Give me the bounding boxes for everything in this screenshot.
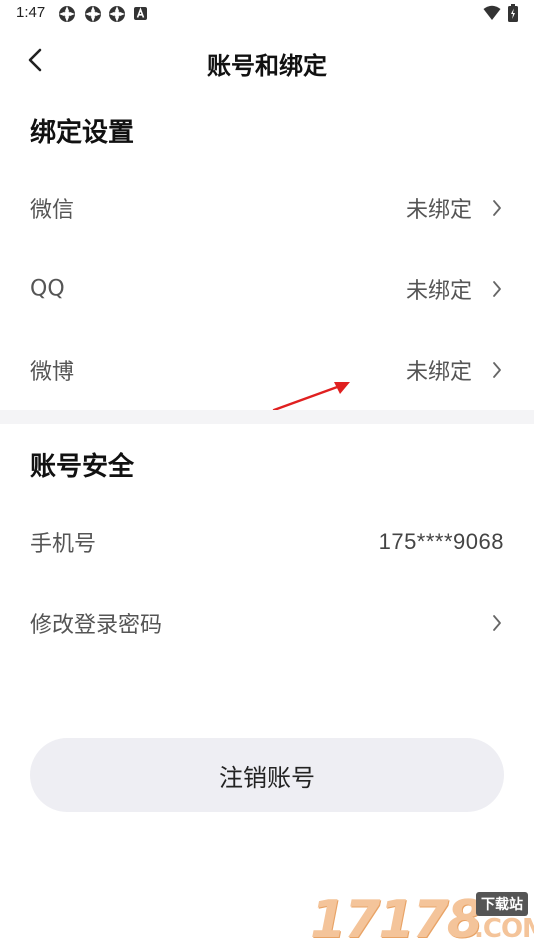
binding-status: 未绑定 xyxy=(405,198,472,223)
chevron-right-icon xyxy=(493,615,501,631)
row-label: 微博 xyxy=(30,360,75,385)
watermark-logo: 17178 下载站 .COM xyxy=(310,888,534,950)
row-label: QQ xyxy=(30,276,65,302)
chevron-right-icon xyxy=(493,281,501,297)
a-badge-icon xyxy=(134,7,147,20)
binding-status: 未绑定 xyxy=(405,279,472,304)
deactivate-account-button[interactable]: 注销账号 xyxy=(30,738,504,812)
watermark-suffix: .COM xyxy=(474,914,534,944)
binding-row-qq[interactable]: QQ 未绑定 xyxy=(0,249,534,329)
phone-number: 175****9068 xyxy=(378,529,504,554)
section-title-security: 账号安全 xyxy=(30,452,135,482)
section-divider xyxy=(0,410,534,424)
binding-row-wechat[interactable]: 微信 未绑定 xyxy=(0,168,534,248)
wifi-icon xyxy=(483,5,501,20)
app-notification-icon xyxy=(59,6,75,22)
row-label: 修改登录密码 xyxy=(30,613,163,638)
binding-row-weibo[interactable]: 微博 未绑定 xyxy=(0,330,534,410)
app-notification-icon xyxy=(85,6,101,22)
chevron-right-icon xyxy=(493,200,501,216)
page-title: 账号和绑定 xyxy=(207,52,327,80)
status-bar: 1:47 xyxy=(0,0,534,28)
status-time: 1:47 xyxy=(16,4,46,21)
watermark-tag: 下载站 xyxy=(476,892,528,916)
row-label: 微信 xyxy=(30,198,75,223)
change-password-row[interactable]: 修改登录密码 xyxy=(0,583,534,663)
chevron-right-icon xyxy=(493,362,501,378)
binding-status: 未绑定 xyxy=(405,360,472,385)
app-notification-icon xyxy=(109,6,125,22)
row-label: 手机号 xyxy=(30,532,97,557)
section-title-binding: 绑定设置 xyxy=(30,118,135,148)
app-header: 账号和绑定 xyxy=(0,36,534,84)
battery-icon xyxy=(508,4,518,22)
phone-row: 手机号 175****9068 xyxy=(0,502,534,582)
watermark-number: 17178 xyxy=(310,890,483,950)
